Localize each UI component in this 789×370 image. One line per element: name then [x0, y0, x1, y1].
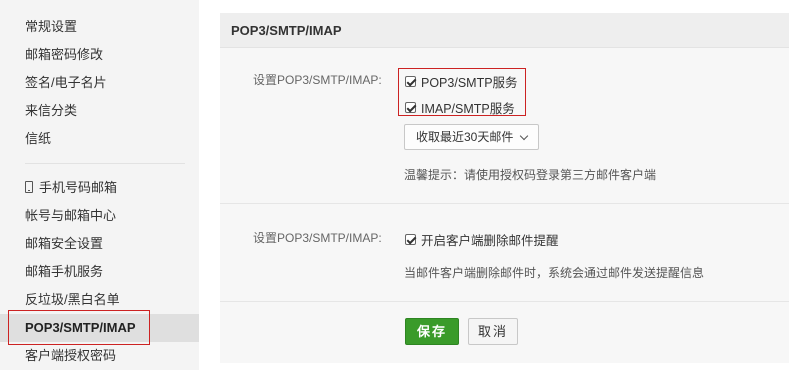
- sidebar-item-label: 信纸: [25, 131, 52, 146]
- sidebar-item-label: 常规设置: [25, 19, 78, 34]
- pop3-smtp-checkbox[interactable]: [405, 76, 416, 87]
- delete-notify-label: 开启客户端删除邮件提醒: [421, 234, 559, 248]
- sidebar-item-label: 来信分类: [25, 103, 78, 118]
- sidebar-item-password[interactable]: 邮箱密码修改: [0, 41, 199, 69]
- section-divider: [220, 203, 789, 204]
- pop3-smtp-label: POP3/SMTP服务: [421, 76, 518, 90]
- delete-notify-checkbox[interactable]: [405, 234, 416, 245]
- imap-smtp-option[interactable]: IMAP/SMTP服务: [405, 98, 515, 117]
- cancel-button[interactable]: 取消: [468, 318, 518, 345]
- receive-range-dropdown[interactable]: 收取最近30天邮件: [404, 124, 539, 150]
- sidebar-item-account-center[interactable]: 帐号与邮箱中心: [0, 202, 199, 230]
- chevron-down-icon: [519, 131, 529, 141]
- sidebar-item-signature[interactable]: 签名/电子名片: [0, 69, 199, 97]
- panel-title: POP3/SMTP/IMAP: [220, 13, 789, 48]
- phone-icon: [25, 181, 33, 193]
- sidebar-item-label: 反垃圾/黑白名单: [25, 292, 120, 307]
- sidebar-item-mobile-service[interactable]: 邮箱手机服务: [0, 258, 199, 286]
- sidebar-item-mobile-mailbox[interactable]: 手机号码邮箱: [0, 174, 199, 202]
- sidebar-item-general[interactable]: 常规设置: [0, 13, 199, 41]
- sidebar-item-mail-filter[interactable]: 来信分类: [0, 97, 199, 125]
- section-divider: [220, 301, 789, 302]
- sidebar-item-label: 邮箱密码修改: [25, 47, 104, 62]
- pop3-settings-panel: POP3/SMTP/IMAP 设置POP3/SMTP/IMAP: POP3/SM…: [220, 13, 789, 363]
- pop3-smtp-option[interactable]: POP3/SMTP服务: [405, 72, 518, 91]
- delete-notify-option[interactable]: 开启客户端删除邮件提醒: [405, 230, 559, 249]
- receive-range-value: 收取最近30天邮件: [416, 130, 514, 144]
- sidebar-item-security[interactable]: 邮箱安全设置: [0, 230, 199, 258]
- sidebar-item-label: 帐号与邮箱中心: [25, 208, 117, 223]
- sidebar-item-label: 手机号码邮箱: [39, 180, 118, 195]
- delete-notify-hint: 当邮件客户端删除邮件时，系统会通过邮件发送提醒信息: [404, 266, 705, 280]
- delete-notify-setting-label: 设置POP3/SMTP/IMAP:: [253, 231, 382, 245]
- imap-smtp-checkbox[interactable]: [405, 102, 416, 113]
- sidebar-item-label: 邮箱安全设置: [25, 236, 104, 251]
- sidebar-divider: [25, 163, 185, 164]
- sidebar-item-label: 签名/电子名片: [25, 75, 107, 90]
- auth-code-hint: 温馨提示：请使用授权码登录第三方邮件客户端: [404, 168, 657, 182]
- sidebar-item-label: 客户端授权密码: [25, 348, 117, 363]
- sidebar-item-stationery[interactable]: 信纸: [0, 125, 199, 153]
- active-item-highlight: [8, 310, 150, 345]
- sidebar-item-client-auth-code[interactable]: 客户端授权密码: [0, 342, 199, 370]
- pop3-setting-label: 设置POP3/SMTP/IMAP:: [253, 73, 382, 87]
- sidebar-item-label: 邮箱手机服务: [25, 264, 104, 279]
- imap-smtp-label: IMAP/SMTP服务: [421, 102, 515, 116]
- save-button[interactable]: 保存: [405, 318, 459, 345]
